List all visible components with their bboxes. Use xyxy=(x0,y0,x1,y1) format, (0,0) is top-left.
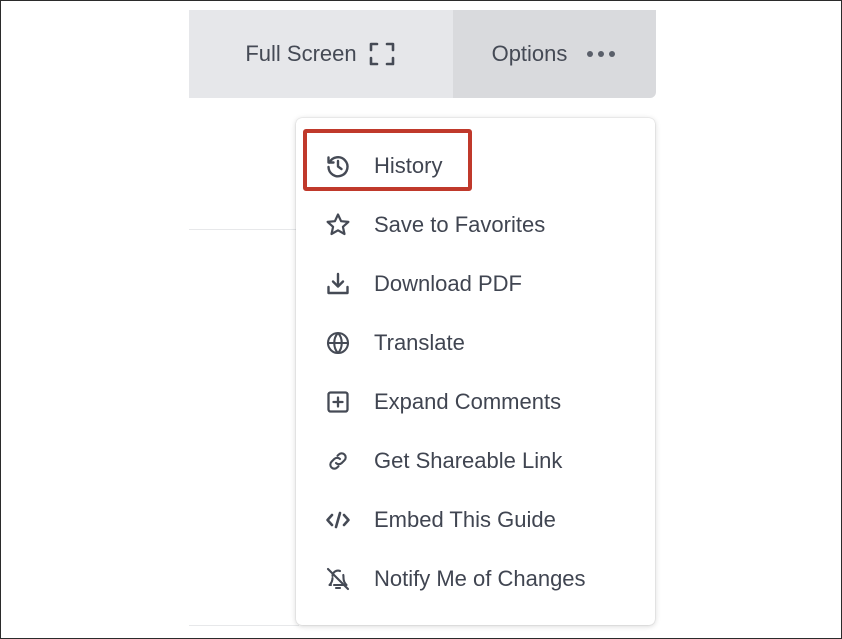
options-dropdown-menu: History Save to Favorites Download PDF T… xyxy=(296,118,655,625)
more-horizontal-icon xyxy=(585,49,617,59)
globe-icon xyxy=(324,329,352,357)
menu-item-label: Notify Me of Changes xyxy=(374,566,586,591)
link-icon xyxy=(324,447,352,475)
guide-toolbar: Full Screen Options xyxy=(189,10,656,98)
menu-item-notify-me-of-changes[interactable]: Notify Me of Changes xyxy=(296,555,655,603)
menu-item-label: Save to Favorites xyxy=(374,212,546,237)
menu-item-label: History xyxy=(374,153,443,178)
download-icon xyxy=(324,270,352,298)
fullscreen-icon xyxy=(367,39,397,69)
menu-item-embed-this-guide[interactable]: Embed This Guide xyxy=(296,496,655,544)
history-icon xyxy=(324,152,352,180)
bell-off-icon xyxy=(324,565,352,593)
menu-item-get-shareable-link[interactable]: Get Shareable Link xyxy=(296,437,655,485)
code-icon xyxy=(324,506,352,534)
full-screen-label: Full Screen xyxy=(245,41,357,66)
content-divider xyxy=(189,229,299,230)
menu-item-label: Embed This Guide xyxy=(374,507,556,532)
content-divider xyxy=(189,625,299,626)
screenshot-frame: Full Screen Options History Save to Favo… xyxy=(0,0,842,639)
menu-item-expand-comments[interactable]: Expand Comments xyxy=(296,378,655,426)
menu-item-save-to-favorites[interactable]: Save to Favorites xyxy=(296,201,655,249)
star-icon xyxy=(324,211,352,239)
options-button[interactable]: Options xyxy=(453,10,656,98)
menu-item-download-pdf[interactable]: Download PDF xyxy=(296,260,655,308)
menu-item-history[interactable]: History xyxy=(296,142,655,190)
options-label: Options xyxy=(491,41,568,66)
full-screen-button[interactable]: Full Screen xyxy=(189,10,453,98)
menu-item-translate[interactable]: Translate xyxy=(296,319,655,367)
plus-square-icon xyxy=(324,388,352,416)
menu-item-label: Download PDF xyxy=(374,271,522,296)
menu-item-label: Translate xyxy=(374,330,465,355)
menu-item-label: Get Shareable Link xyxy=(374,448,563,473)
menu-item-label: Expand Comments xyxy=(374,389,562,414)
